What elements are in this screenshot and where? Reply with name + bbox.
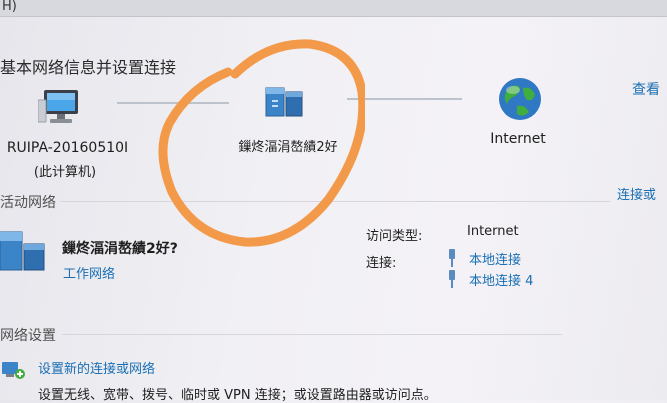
window-top-bar <box>0 0 667 17</box>
active-networks-title: 活动网络 <box>0 195 56 211</box>
connections-label: 连接: <box>366 256 397 271</box>
access-type-value: Internet <box>467 224 519 239</box>
computer-name: RUIPA-20160510I <box>6 140 129 156</box>
window-title-fragment: H) <box>2 0 17 14</box>
network-type-link[interactable]: 工作网络 <box>63 263 115 282</box>
setup-connection-description: 设置无线、宽带、拨号、临时或 VPN 连接；或设置路由器或访问点。 <box>38 388 437 403</box>
section-divider <box>62 334 562 335</box>
computer-icon[interactable] <box>37 86 84 130</box>
connection-link-2[interactable]: 本地连接 4 <box>469 270 533 289</box>
wired-connection-icon <box>445 270 459 292</box>
work-network-icon <box>0 226 50 280</box>
globe-icon[interactable] <box>497 76 543 126</box>
new-connection-icon <box>0 356 26 386</box>
access-type-label: 访问类型: <box>366 229 423 244</box>
network-settings-title: 网络设置 <box>0 328 56 344</box>
hand-drawn-annotation-circle <box>158 39 365 247</box>
see-full-map-link[interactable]: 查看 <box>632 79 660 99</box>
setup-connection-link[interactable]: 设置新的连接或网络 <box>38 358 155 377</box>
computer-note: (此计算机) <box>33 165 97 180</box>
internet-label[interactable]: Internet <box>478 131 558 147</box>
connection-link-1[interactable]: 本地连接 <box>469 249 521 268</box>
wired-connection-icon <box>445 249 459 271</box>
connect-or-disconnect-link[interactable]: 连接或 <box>617 184 656 203</box>
